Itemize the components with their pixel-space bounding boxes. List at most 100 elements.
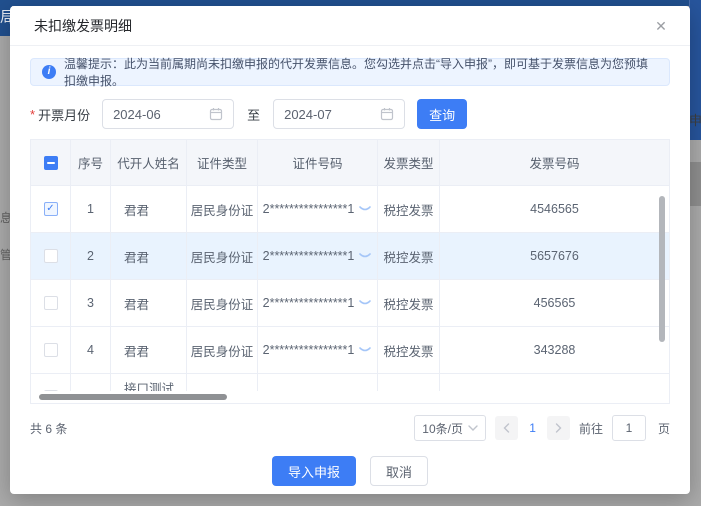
header-id-number: 证件号码 [258, 140, 378, 185]
row-checkbox[interactable]: ✓ [44, 296, 58, 310]
chevron-left-icon [503, 423, 510, 433]
cell-invoice-number: 5657676 [440, 233, 669, 279]
cell-id-type: 居民身份证 [187, 280, 258, 326]
cell-id-type: 居民身份证 [187, 374, 258, 391]
goto-label: 前往 [579, 420, 603, 437]
masked-id-number: 2****************1 [263, 249, 355, 263]
table-footer: 共 6 条 10条/页 1 前往 页 [30, 415, 670, 441]
cell-invoice-type: 税控发票 [378, 280, 440, 326]
cell-name: 君君 [111, 280, 187, 326]
required-mark: * [30, 107, 35, 122]
cell-invoice-number: 343288 [440, 327, 669, 373]
row-checkbox[interactable]: ✓ [44, 202, 58, 216]
cell-id-number: 0****************X [258, 374, 378, 391]
screen: 局 息 管 申 未扣缴发票明细 ✕ i 温馨提示：此为当前属期尚未扣缴申报的代开… [0, 0, 701, 506]
header-invoice-type: 发票类型 [378, 140, 440, 185]
cell-invoice-type: 税控发票 [378, 186, 440, 232]
cell-id-number: 2****************1 [258, 233, 378, 279]
masked-id-number: 2****************1 [263, 296, 355, 310]
goto-suffix: 页 [658, 420, 670, 437]
info-banner-text: 温馨提示：此为当前属期尚未扣缴申报的代开发票信息。您勾选并点击“导入申报”，即可… [64, 55, 658, 89]
eye-closed-icon[interactable] [358, 205, 372, 213]
cell-index: 1 [71, 186, 111, 232]
row-checkbox[interactable]: ✓ [44, 249, 58, 263]
filter-row: * 开票月份 2024-06 至 2024-07 查询 [30, 99, 670, 129]
cell-name: 接口测试五 [111, 374, 187, 391]
checkbox-cell: ✓ [31, 374, 71, 391]
cell-invoice-type: 税控发票 [378, 327, 440, 373]
page-size-value: 10条/页 [422, 420, 463, 437]
select-all-cell [31, 140, 71, 185]
table-row: ✓ 3 君君 居民身份证 2****************1 税控发票 456… [31, 280, 669, 327]
checkbox-cell: ✓ [31, 280, 71, 326]
cell-invoice-number: 000007001000 [440, 374, 669, 391]
header-invoice-number: 发票号码 [440, 140, 669, 185]
date-range-separator: 至 [247, 105, 260, 124]
calendar-icon [209, 107, 223, 121]
vertical-scrollbar-thumb[interactable] [659, 196, 665, 342]
cell-invoice-number: 4546565 [440, 186, 669, 232]
pagination: 10条/页 1 前往 页 [414, 415, 670, 441]
chevron-down-icon [468, 425, 478, 431]
header-index: 序号 [71, 140, 111, 185]
cell-name: 君君 [111, 327, 187, 373]
header-id-type: 证件类型 [187, 140, 258, 185]
next-page-button[interactable] [547, 416, 570, 440]
total-count-label: 共 6 条 [30, 420, 67, 437]
select-all-checkbox[interactable] [44, 156, 58, 170]
masked-id-number: 2****************1 [263, 202, 355, 216]
info-icon: i [42, 65, 56, 79]
table-row: ✓ 1 君君 居民身份证 2****************1 税控发票 454… [31, 186, 669, 233]
start-month-input[interactable]: 2024-06 [102, 99, 234, 129]
cell-id-number: 2****************1 [258, 327, 378, 373]
end-month-value: 2024-07 [284, 107, 332, 122]
eye-closed-icon[interactable] [358, 346, 372, 354]
table-body: ✓ 1 君君 居民身份证 2****************1 税控发票 454… [31, 186, 669, 391]
cell-name: 君君 [111, 186, 187, 232]
query-button[interactable]: 查询 [417, 99, 467, 129]
indeterminate-icon [47, 162, 55, 164]
cell-invoice-type: 税控发票 [378, 233, 440, 279]
cell-invoice-type: 数电票 [378, 374, 440, 391]
cell-index: 3 [71, 280, 111, 326]
close-icon[interactable]: ✕ [652, 17, 670, 35]
prev-page-button[interactable] [495, 416, 518, 440]
eye-closed-icon[interactable] [358, 299, 372, 307]
cell-id-number: 2****************1 [258, 186, 378, 232]
cell-name: 君君 [111, 233, 187, 279]
chevron-right-icon [555, 423, 562, 433]
checkbox-cell: ✓ [31, 186, 71, 232]
background-right-text: 申 [689, 110, 701, 129]
header-name: 代开人姓名 [111, 140, 187, 185]
cell-index: 4 [71, 327, 111, 373]
start-month-value: 2024-06 [113, 107, 161, 122]
cell-index: 2 [71, 233, 111, 279]
cell-id-number: 2****************1 [258, 280, 378, 326]
table-header-row: 序号 代开人姓名 证件类型 证件号码 发票类型 发票号码 [31, 140, 669, 186]
checkbox-cell: ✓ [31, 327, 71, 373]
cell-index: 5 [71, 374, 111, 391]
cell-id-type: 居民身份证 [187, 233, 258, 279]
cell-id-type: 居民身份证 [187, 186, 258, 232]
check-icon: ✓ [46, 204, 54, 214]
horizontal-scrollbar-thumb[interactable] [39, 394, 227, 400]
background-right-band [689, 162, 701, 206]
calendar-icon [380, 107, 394, 121]
invoice-table: 序号 代开人姓名 证件类型 证件号码 发票类型 发票号码 ✓ 1 君君 [30, 139, 670, 404]
dialog-header: 未扣缴发票明细 [10, 6, 690, 46]
page-size-select[interactable]: 10条/页 [414, 415, 486, 441]
dialog-title: 未扣缴发票明细 [34, 16, 132, 36]
cancel-button[interactable]: 取消 [370, 456, 428, 486]
checkbox-cell: ✓ [31, 233, 71, 279]
current-page[interactable]: 1 [527, 421, 538, 435]
row-checkbox[interactable]: ✓ [44, 343, 58, 357]
cell-id-type: 居民身份证 [187, 327, 258, 373]
info-banner: i 温馨提示：此为当前属期尚未扣缴申报的代开发票信息。您勾选并点击“导入申报”，… [30, 58, 670, 86]
invoice-month-label: 开票月份 [38, 105, 90, 124]
end-month-input[interactable]: 2024-07 [273, 99, 405, 129]
import-declaration-button[interactable]: 导入申报 [272, 456, 356, 486]
goto-page-input[interactable] [612, 415, 646, 441]
dialog-actions: 导入申报 取消 [30, 456, 670, 486]
eye-closed-icon[interactable] [358, 252, 372, 260]
table-row: ✓ 4 君君 居民身份证 2****************1 税控发票 343… [31, 327, 669, 374]
